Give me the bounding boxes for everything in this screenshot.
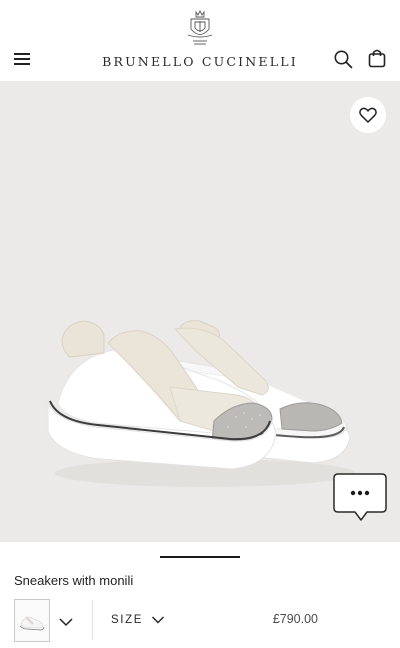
thumbnail-image	[19, 616, 45, 631]
chevron-glyph	[59, 618, 73, 627]
front-sneaker	[47, 320, 277, 470]
product-image-gallery[interactable]	[0, 81, 400, 542]
carousel-indicator[interactable]	[160, 556, 240, 558]
product-title: Sneakers with monili	[14, 573, 134, 588]
hamburger-menu-icon[interactable]	[14, 51, 34, 67]
divider	[92, 600, 93, 640]
color-variant-thumbnail[interactable]	[14, 599, 50, 642]
search-glyph	[334, 50, 353, 69]
site-header: BRUNELLO CUCINELLI	[0, 0, 400, 80]
brand-emblem-icon	[187, 10, 213, 45]
brand-logo[interactable]: BRUNELLO CUCINELLI	[100, 10, 300, 72]
chevron-down-icon[interactable]	[58, 613, 74, 627]
size-selector-button[interactable]: SIZE	[111, 612, 165, 628]
chat-bubble-glyph	[333, 473, 387, 521]
size-chevron-down-icon	[151, 616, 164, 624]
search-icon[interactable]	[333, 49, 353, 69]
bag-glyph	[368, 49, 386, 68]
size-label: SIZE	[111, 614, 143, 626]
heart-icon[interactable]	[350, 97, 386, 133]
product-price: £790.00	[272, 612, 318, 626]
shopping-bag-icon[interactable]	[368, 48, 386, 68]
brand-wordmark: BRUNELLO CUCINELLI	[102, 54, 298, 69]
heart-glyph	[359, 107, 377, 123]
chat-bubble-icon[interactable]	[333, 472, 387, 524]
